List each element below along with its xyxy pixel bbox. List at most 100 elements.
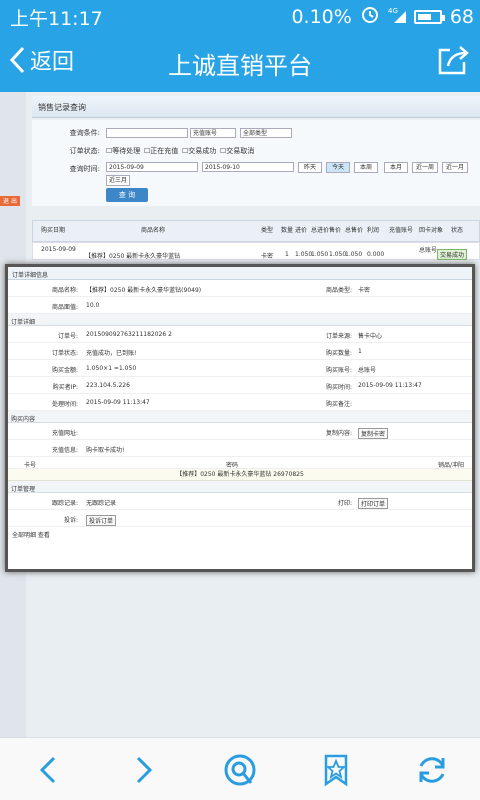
logout-tab[interactable]: 退 出 bbox=[0, 196, 20, 206]
chevron-left-icon bbox=[39, 756, 56, 784]
product-type-label: 商品类型: bbox=[325, 287, 352, 294]
process-time-value: 2015-09-09 11:13:47 bbox=[86, 399, 150, 406]
buy-time-value: 2015-09-09 11:13:47 bbox=[358, 382, 422, 389]
condition-input[interactable] bbox=[106, 128, 188, 138]
product-name-label: 商品名称: bbox=[51, 287, 78, 294]
condition-select[interactable]: 充值账号 bbox=[190, 128, 236, 138]
face-value-label: 商品面值: bbox=[51, 304, 78, 311]
query-form: 查询条件: 充值账号 全部类型 订单状态: ☐等待处理 ☐正在充值 ☐交易成功 … bbox=[32, 120, 480, 206]
refresh-button[interactable] bbox=[414, 752, 450, 788]
complain-label: 投诉: bbox=[63, 517, 78, 524]
range-today[interactable]: 今天 bbox=[326, 162, 350, 173]
row-product[interactable]: 【推荐】0250 最新卡永久豪华蓝钻 bbox=[85, 251, 180, 260]
complain-button[interactable]: 投诉订单 bbox=[86, 515, 117, 526]
battery-icon bbox=[413, 9, 445, 24]
range-month[interactable]: 本月 bbox=[384, 162, 408, 173]
signal-icon: 4G bbox=[388, 5, 406, 28]
detail-row: 充值网址: 复制内容: 复制卡密 bbox=[8, 423, 472, 440]
range-week[interactable]: 本周 bbox=[354, 162, 378, 173]
track-value: 无跟踪记录 bbox=[86, 500, 117, 507]
sales-table: 购买日期 商品名称 类型 数量 进价 总进价 售价 总售价 利润 充值账号 回卡… bbox=[32, 220, 480, 260]
row-total: 1.050 bbox=[311, 251, 329, 258]
table-header: 购买日期 商品名称 类型 数量 进价 总进价 售价 总售价 利润 充值账号 回卡… bbox=[32, 220, 480, 242]
nav-bar: 返回 上诚直销平台 bbox=[0, 32, 480, 92]
time-label: 查询时间: bbox=[69, 165, 100, 173]
range-lastweek[interactable]: 近一周 bbox=[412, 162, 438, 173]
page-title: 上诚直销平台 bbox=[168, 52, 312, 80]
track-label: 跟踪记录: bbox=[51, 500, 78, 507]
face-value: 10.0 bbox=[86, 302, 100, 309]
detail-row: 充值信息: 购卡取卡成功! bbox=[8, 440, 472, 457]
share-icon bbox=[438, 46, 469, 75]
status-opt-1[interactable]: ☐正在充值 bbox=[144, 146, 178, 156]
col-header: 商品名称 bbox=[141, 227, 166, 234]
order-status-label: 订单状态: bbox=[51, 350, 78, 357]
row-status-badge[interactable]: 交易成功 bbox=[437, 249, 468, 260]
product-name-value: 【推荐】0250 最新卡永久豪华蓝钻(9049) bbox=[86, 287, 202, 294]
battery-percent: 68 bbox=[449, 5, 474, 28]
order-no-value: 201509092763211182026 2 bbox=[86, 331, 172, 338]
row-sale: 1.050 bbox=[329, 251, 347, 258]
buyer-ip-label: 购买者IP: bbox=[52, 384, 78, 391]
condition-label: 查询条件: bbox=[69, 129, 100, 137]
order-no-label: 订单号: bbox=[57, 333, 78, 340]
detail-row: 商品名称: 【推荐】0250 最新卡永久豪华蓝钻(9049) 商品类型: 卡密 bbox=[8, 280, 472, 297]
detail-row: 商品面值: 10.0 bbox=[8, 297, 472, 314]
card-row[interactable]: 【推荐】0250 最新卡永久豪华蓝钻 26970825 bbox=[8, 469, 472, 481]
share-button[interactable] bbox=[436, 44, 470, 80]
svg-text:4G: 4G bbox=[388, 7, 398, 15]
status-opt-0[interactable]: ☐等待处理 bbox=[106, 146, 140, 156]
range-3months[interactable]: 近三月 bbox=[106, 175, 130, 186]
section-manage: 订单管理 bbox=[8, 481, 472, 493]
forward-nav-button[interactable] bbox=[126, 752, 162, 788]
web-content[interactable]: 退 出 销售记录查询 查询条件: 充值账号 全部类型 订单状态: ☐等待处理 ☐… bbox=[0, 92, 480, 737]
status-icons: 0.10% 4G 68 bbox=[291, 4, 474, 29]
modal-title: 订单详细信息 bbox=[8, 267, 472, 280]
status-bar: 上午11:17 0.10% 4G 68 bbox=[0, 0, 480, 32]
copy-card-button[interactable]: 复制卡密 bbox=[358, 428, 389, 439]
range-lastmonth[interactable]: 近一月 bbox=[442, 162, 468, 173]
col-header: 利润 bbox=[367, 227, 380, 234]
status-opt-2[interactable]: ☐交易成功 bbox=[182, 146, 216, 156]
buy-time-label: 购买时间: bbox=[325, 384, 352, 391]
table-row[interactable]: 2015-09-09 【推荐】0250 最新卡永久豪华蓝钻 卡密 1 1.050… bbox=[32, 242, 480, 260]
card-col-header: 密码 bbox=[226, 462, 239, 469]
type-select[interactable]: 全部类型 bbox=[240, 128, 292, 138]
col-header: 状态 bbox=[451, 227, 464, 234]
buyer-ip-value: 223.104.5.226 bbox=[86, 382, 130, 389]
buy-qty-value: 1 bbox=[358, 348, 362, 355]
chevron-right-icon bbox=[136, 756, 153, 784]
bookmark-star-icon bbox=[324, 754, 348, 787]
modal-footer[interactable]: 全部明细 查看 bbox=[8, 527, 472, 541]
copy-label: 复制内容: bbox=[325, 430, 352, 437]
row-total-sale: 1.050 bbox=[345, 251, 363, 258]
buy-account-value: 总账号 bbox=[358, 367, 377, 374]
print-order-button[interactable]: 打印订单 bbox=[358, 498, 389, 509]
col-header: 总售价 bbox=[345, 227, 364, 234]
buy-qty-label: 购买数量: bbox=[325, 350, 352, 357]
detail-row: 订单号: 201509092763211182026 2 订单来源: 售卡中心 bbox=[8, 326, 472, 343]
col-header: 数量 bbox=[281, 227, 294, 234]
card-col-header: 销品/冲阳 bbox=[438, 462, 465, 469]
search-button[interactable]: 查 询 bbox=[106, 188, 148, 202]
order-source-label: 订单来源: bbox=[325, 333, 352, 340]
detail-row: 投诉: 投诉订单 bbox=[8, 510, 472, 527]
bookmark-button[interactable] bbox=[318, 752, 354, 788]
section-content: 购买内容 bbox=[8, 411, 472, 423]
range-yesterday[interactable]: 昨天 bbox=[298, 162, 322, 173]
home-button[interactable] bbox=[222, 752, 258, 788]
recharge-url-label: 充值网址: bbox=[51, 430, 78, 437]
status-opt-3[interactable]: ☐交易取消 bbox=[220, 146, 254, 156]
data-rate: 0.10% bbox=[291, 5, 352, 28]
col-header: 购买日期 bbox=[41, 227, 66, 234]
col-header: 进价 bbox=[295, 227, 308, 234]
date-from-input[interactable]: 2015-09-09 bbox=[106, 162, 198, 172]
row-target: 总账号 bbox=[419, 247, 438, 254]
detail-row: 跟踪记录: 无跟踪记录 打印: 打印订单 bbox=[8, 493, 472, 510]
date-to-input[interactable]: 2015-09-10 bbox=[202, 162, 294, 172]
product-type-value: 卡密 bbox=[358, 287, 371, 294]
buy-account-label: 购买账号: bbox=[325, 367, 352, 374]
back-nav-button[interactable] bbox=[30, 752, 66, 788]
order-detail-modal: 订单详细信息 商品名称: 【推荐】0250 最新卡永久豪华蓝钻(9049) 商品… bbox=[5, 264, 475, 572]
col-header: 类型 bbox=[261, 227, 274, 234]
